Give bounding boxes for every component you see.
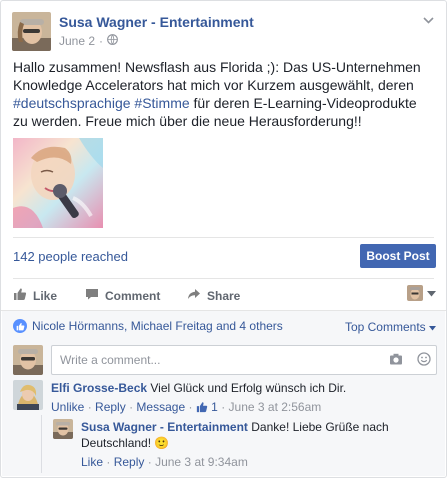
comment-body: Elfi Grosse-Beck Viel Glück und Erfolg w… bbox=[51, 380, 346, 415]
like-button[interactable]: Like bbox=[13, 287, 57, 304]
chevron-down-icon bbox=[427, 286, 436, 300]
chevron-down-icon bbox=[429, 320, 436, 334]
comment-actions: Unlike · Reply · Message · 1 · June 3 at… bbox=[51, 400, 322, 414]
hashtag-link[interactable]: #deutschsprachige bbox=[13, 95, 131, 111]
post-date[interactable]: June 2 bbox=[59, 34, 95, 48]
reply-thread: Susa Wagner - Entertainment Danke! Liebe… bbox=[41, 415, 436, 473]
reply-link[interactable]: Reply bbox=[114, 455, 145, 469]
reply-body: Susa Wagner - Entertainment Danke! Liebe… bbox=[81, 419, 411, 470]
divider bbox=[1, 310, 446, 311]
comment-item: Elfi Grosse-Beck Viel Glück und Erfolg w… bbox=[13, 380, 346, 415]
avatar bbox=[407, 285, 423, 301]
comment-input[interactable] bbox=[51, 345, 437, 375]
reach-stat: 142 people reached bbox=[13, 249, 128, 264]
avatar[interactable] bbox=[53, 419, 73, 439]
comment-sort-dropdown[interactable]: Top Comments bbox=[345, 320, 436, 334]
like-label: Like bbox=[33, 288, 58, 303]
page-name-link[interactable]: Susa Wagner - Entertainment bbox=[59, 14, 254, 30]
reply-link[interactable]: Reply bbox=[95, 400, 126, 414]
reply-thread-line bbox=[41, 415, 42, 473]
comment-timestamp[interactable]: June 3 at 2:56am bbox=[229, 400, 322, 414]
post-meta: June 2 · bbox=[59, 34, 118, 48]
reply-item: Susa Wagner - Entertainment Danke! Liebe… bbox=[53, 419, 411, 470]
unlike-link[interactable]: Unlike bbox=[51, 400, 84, 414]
reply-actions: Like · Reply · June 3 at 9:34am bbox=[81, 455, 248, 469]
thumbs-up-icon bbox=[13, 287, 27, 304]
comment-bubble-icon bbox=[85, 287, 99, 304]
like-link[interactable]: Like bbox=[81, 455, 103, 469]
comment-text: Viel Glück und Erfolg wünsch ich Dir. bbox=[150, 381, 347, 395]
comment-composer bbox=[13, 345, 438, 375]
post-text: Hallo zusammen! Newsflash aus Florida ;)… bbox=[13, 58, 433, 130]
reactions-summary[interactable]: Nicole Hörmanns, Michael Freitag and 4 o… bbox=[13, 319, 283, 333]
camera-icon[interactable] bbox=[389, 352, 403, 369]
divider bbox=[13, 237, 434, 238]
divider bbox=[13, 278, 434, 279]
share-button[interactable]: Share bbox=[187, 287, 240, 304]
meta-separator: · bbox=[99, 34, 104, 48]
message-link[interactable]: Message bbox=[136, 400, 185, 414]
comment-like-count[interactable]: 1 bbox=[211, 400, 218, 414]
comment-button[interactable]: Comment bbox=[85, 287, 160, 304]
reply-author[interactable]: Susa Wagner - Entertainment bbox=[81, 420, 248, 434]
avatar bbox=[13, 345, 43, 375]
thumbs-up-icon bbox=[196, 400, 208, 414]
sort-label: Top Comments bbox=[344, 320, 426, 334]
avatar[interactable] bbox=[13, 380, 43, 410]
reply-timestamp[interactable]: June 3 at 9:34am bbox=[155, 455, 248, 469]
comment-author[interactable]: Elfi Grosse-Beck bbox=[51, 381, 147, 395]
reach-link[interactable]: 142 people reached bbox=[13, 249, 128, 264]
like-reaction-icon bbox=[13, 319, 27, 333]
post-card: Susa Wagner - Entertainment June 2 · Hal… bbox=[0, 0, 447, 478]
comment-label: Comment bbox=[105, 288, 161, 303]
emoji-icon[interactable] bbox=[417, 352, 431, 369]
hashtag-link[interactable]: #Stimme bbox=[134, 95, 189, 111]
action-bar: Like Comment Share bbox=[1, 281, 447, 309]
post-options-chevron-icon[interactable] bbox=[423, 15, 434, 27]
actor-selector[interactable] bbox=[407, 285, 436, 301]
post-image[interactable] bbox=[13, 138, 103, 228]
post-text-part1: Hallo zusammen! Newsflash aus Florida ;)… bbox=[13, 59, 421, 93]
likers-text: Nicole Hörmanns, Michael Freitag and 4 o… bbox=[32, 319, 283, 333]
globe-icon bbox=[107, 34, 118, 48]
page-avatar[interactable] bbox=[12, 12, 51, 51]
share-arrow-icon bbox=[187, 287, 201, 304]
share-label: Share bbox=[207, 288, 241, 303]
boost-post-button[interactable]: Boost Post bbox=[360, 244, 436, 268]
